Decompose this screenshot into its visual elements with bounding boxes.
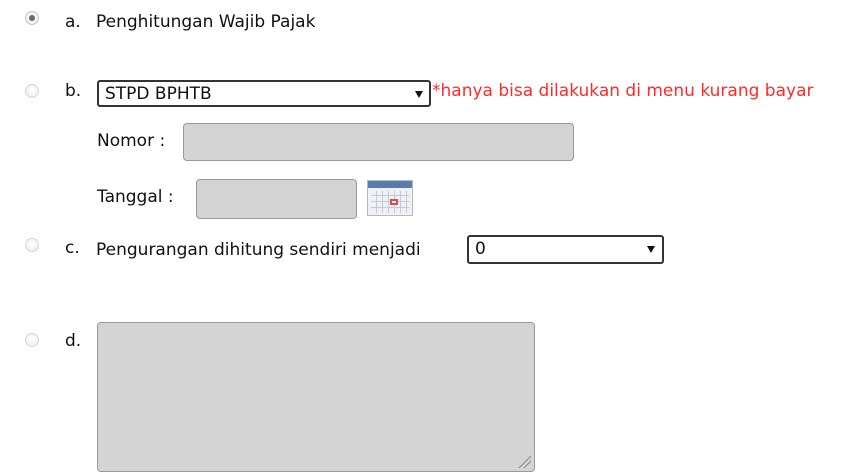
chevron-down-icon	[647, 246, 655, 253]
tanggal-label: Tanggal :	[97, 187, 174, 207]
nomor-label: Nomor :	[97, 131, 166, 151]
option-b-select-value: STPD BPHTB	[105, 84, 212, 104]
nomor-input[interactable]	[183, 123, 574, 161]
option-a-letter: a.	[65, 12, 81, 32]
chevron-down-icon	[415, 91, 423, 98]
radio-option-a[interactable]	[25, 11, 39, 25]
radio-option-b[interactable]	[25, 84, 39, 98]
option-a-label: Penghitungan Wajib Pajak	[96, 12, 316, 32]
option-d-textarea[interactable]	[97, 322, 535, 472]
resize-grip-icon[interactable]	[517, 454, 531, 468]
option-c-letter: c.	[65, 238, 80, 258]
option-c-label: Pengurangan dihitung sendiri menjadi	[96, 240, 421, 260]
calendar-icon[interactable]	[367, 180, 413, 216]
option-b-select[interactable]: STPD BPHTB	[97, 80, 431, 107]
option-b-hint: *hanya bisa dilakukan di menu kurang bay…	[432, 81, 814, 101]
radio-option-c[interactable]	[25, 238, 39, 252]
option-c-select[interactable]: 0	[467, 235, 664, 264]
option-c-select-value: 0	[475, 239, 486, 259]
calendar-icon-mark	[390, 199, 398, 205]
calendar-icon-header	[368, 181, 412, 188]
tanggal-input[interactable]	[196, 179, 357, 219]
option-b-letter: b.	[65, 81, 82, 101]
option-d-letter: d.	[65, 331, 82, 351]
radio-option-d[interactable]	[25, 333, 39, 347]
